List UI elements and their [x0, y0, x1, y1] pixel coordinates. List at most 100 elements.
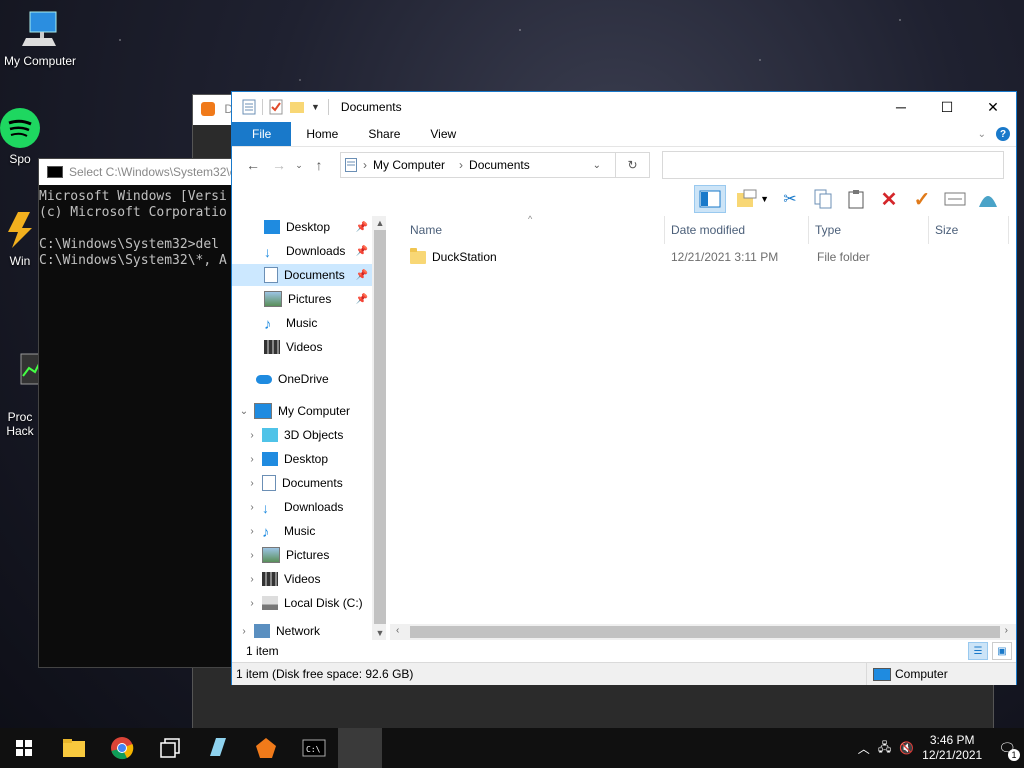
- help-icon[interactable]: ?: [996, 127, 1010, 141]
- chevron-right-icon[interactable]: ›: [1005, 625, 1008, 636]
- notifications-icon[interactable]: 🗨 1: [998, 740, 1020, 761]
- nav-item-videos[interactable]: Videos: [232, 336, 372, 358]
- nav-item-local-disk[interactable]: › Local Disk (C:): [232, 592, 372, 614]
- up-arrow-icon[interactable]: ↑: [306, 157, 332, 173]
- new-folder-icon[interactable]: [289, 100, 305, 114]
- column-type[interactable]: Type: [809, 216, 929, 244]
- taskbar-command-prompt[interactable]: C:\: [290, 728, 338, 768]
- horizontal-scrollbar[interactable]: ‹ ›: [390, 624, 1016, 640]
- file-list-pane[interactable]: ^ Name Date modified Type Size DuckStati…: [390, 214, 1016, 640]
- tab-home[interactable]: Home: [291, 122, 353, 146]
- chevron-right-icon[interactable]: ›: [246, 526, 258, 537]
- taskbar-chrome[interactable]: [98, 728, 146, 768]
- console-output[interactable]: Microsoft Windows [Versi (c) Microsoft C…: [39, 189, 239, 269]
- pin-icon[interactable]: 📌: [356, 294, 368, 305]
- desktop-icon-process-hacker[interactable]: Proc Hack: [0, 310, 40, 452]
- pin-icon[interactable]: 📌: [356, 246, 368, 257]
- chevron-down-icon[interactable]: ▼: [372, 628, 386, 638]
- nav-item-onedrive[interactable]: OneDrive: [232, 368, 372, 390]
- nav-item-documents-2[interactable]: › Documents: [232, 472, 372, 494]
- chevron-right-icon[interactable]: ›: [238, 626, 250, 637]
- chevron-down-icon[interactable]: ⌄: [587, 160, 607, 171]
- network-icon[interactable]: 🖧: [878, 738, 891, 759]
- chevron-right-icon[interactable]: ›: [246, 574, 258, 585]
- tab-file[interactable]: File: [232, 122, 292, 146]
- chevron-right-icon[interactable]: ›: [459, 158, 463, 172]
- chevron-right-icon[interactable]: ›: [246, 454, 258, 465]
- nav-item-downloads[interactable]: ↓ Downloads 📌: [232, 240, 372, 262]
- nav-item-documents[interactable]: Documents 📌: [232, 264, 372, 286]
- volume-muted-icon[interactable]: 🔇: [899, 741, 914, 755]
- chevron-right-icon[interactable]: ›: [246, 430, 258, 441]
- delete-icon[interactable]: ✕: [877, 187, 901, 211]
- pin-icon[interactable]: 📌: [356, 222, 368, 233]
- column-name[interactable]: Name: [404, 216, 665, 244]
- table-row[interactable]: DuckStation 12/21/2021 3:11 PM File fold…: [400, 246, 1024, 268]
- nav-item-music[interactable]: ♪ Music: [232, 312, 372, 334]
- chevron-right-icon[interactable]: ›: [246, 598, 258, 609]
- chevron-down-icon[interactable]: ▼: [760, 194, 769, 204]
- scrollbar-thumb[interactable]: [374, 230, 386, 624]
- nav-item-my-computer[interactable]: ⌄ My Computer: [232, 400, 372, 422]
- copy-icon[interactable]: [811, 187, 835, 211]
- customize-quick-access-icon[interactable]: ▼: [311, 102, 320, 112]
- paste-icon[interactable]: [844, 187, 868, 211]
- refresh-button[interactable]: ↻: [616, 152, 650, 178]
- navigation-pane[interactable]: Desktop 📌 ↓ Downloads 📌 Documents 📌 Pict…: [232, 216, 386, 640]
- chevron-right-icon[interactable]: ›: [246, 502, 258, 513]
- chevron-left-icon[interactable]: ‹: [396, 625, 399, 636]
- search-input[interactable]: [662, 151, 1004, 179]
- chevron-right-icon[interactable]: ›: [246, 550, 258, 561]
- taskbar-duckstation[interactable]: [242, 728, 290, 768]
- nav-item-desktop-2[interactable]: › Desktop: [232, 448, 372, 470]
- maximize-button[interactable]: ☐: [924, 92, 970, 122]
- nav-item-pictures[interactable]: Pictures 📌: [232, 288, 372, 310]
- nav-item-pictures-2[interactable]: › Pictures: [232, 544, 372, 566]
- tab-share[interactable]: Share: [353, 122, 415, 146]
- checkmark-icon[interactable]: [269, 99, 283, 115]
- tab-view[interactable]: View: [415, 122, 471, 146]
- command-prompt-titlebar[interactable]: Select C:\Windows\System32\c: [39, 159, 239, 185]
- taskbar-file-explorer[interactable]: [50, 728, 98, 768]
- nav-item-downloads-2[interactable]: › ↓ Downloads: [232, 496, 372, 518]
- view-options-icon[interactable]: [735, 187, 759, 211]
- start-button[interactable]: [0, 728, 48, 768]
- desktop-icon-win[interactable]: Win: [0, 210, 40, 268]
- desktop-icon-spotify[interactable]: Spo: [0, 108, 40, 166]
- back-arrow-icon[interactable]: ←: [240, 157, 266, 173]
- cut-icon[interactable]: ✂: [778, 187, 802, 211]
- explorer-titlebar[interactable]: ▼ Documents ─ ☐ ✕: [232, 92, 1016, 122]
- taskbar-app[interactable]: [194, 728, 242, 768]
- column-size[interactable]: Size: [929, 216, 1009, 244]
- close-button[interactable]: ✕: [970, 92, 1016, 122]
- details-view-icon[interactable]: ☰: [968, 642, 988, 660]
- nav-item-desktop[interactable]: Desktop 📌: [232, 216, 372, 238]
- properties-icon[interactable]: [242, 99, 256, 115]
- breadcrumb-my-computer[interactable]: My Computer: [373, 158, 445, 172]
- command-prompt-window[interactable]: Select C:\Windows\System32\c Microsoft W…: [38, 158, 240, 668]
- desktop-icon-my-computer[interactable]: My Computer: [0, 10, 80, 68]
- clock[interactable]: 3:46 PM 12/21/2021: [922, 733, 982, 763]
- nav-item-videos-2[interactable]: › Videos: [232, 568, 372, 590]
- breadcrumb-documents[interactable]: Documents: [469, 158, 530, 172]
- properties-icon[interactable]: [943, 187, 967, 211]
- navigation-pane-toggle-icon[interactable]: [694, 185, 727, 213]
- file-explorer-window[interactable]: ▼ Documents ─ ☐ ✕ File Home Share View ⌄…: [231, 91, 1017, 685]
- chevron-right-icon[interactable]: ›: [246, 478, 258, 489]
- chevron-up-icon[interactable]: ▲: [372, 218, 386, 228]
- address-bar[interactable]: › My Computer › Documents ⌄: [340, 152, 616, 178]
- minimize-button[interactable]: ─: [878, 92, 924, 122]
- nav-item-network[interactable]: › Network: [232, 620, 372, 640]
- nav-item-3d-objects[interactable]: › 3D Objects: [232, 424, 372, 446]
- expand-ribbon-icon[interactable]: ⌄: [978, 129, 986, 140]
- taskbar-task-view[interactable]: [146, 728, 194, 768]
- recent-locations-icon[interactable]: ⌄: [292, 160, 306, 171]
- large-icons-view-icon[interactable]: ▣: [992, 642, 1012, 660]
- forward-arrow-icon[interactable]: →: [266, 157, 292, 173]
- nav-pane-scrollbar[interactable]: ▲ ▼: [372, 216, 386, 640]
- shell-icon[interactable]: [976, 187, 1000, 211]
- column-date-modified[interactable]: Date modified: [665, 216, 809, 244]
- rename-check-icon[interactable]: ✓: [910, 187, 934, 211]
- taskbar-active-window[interactable]: [338, 728, 382, 768]
- chevron-right-icon[interactable]: ›: [363, 158, 367, 172]
